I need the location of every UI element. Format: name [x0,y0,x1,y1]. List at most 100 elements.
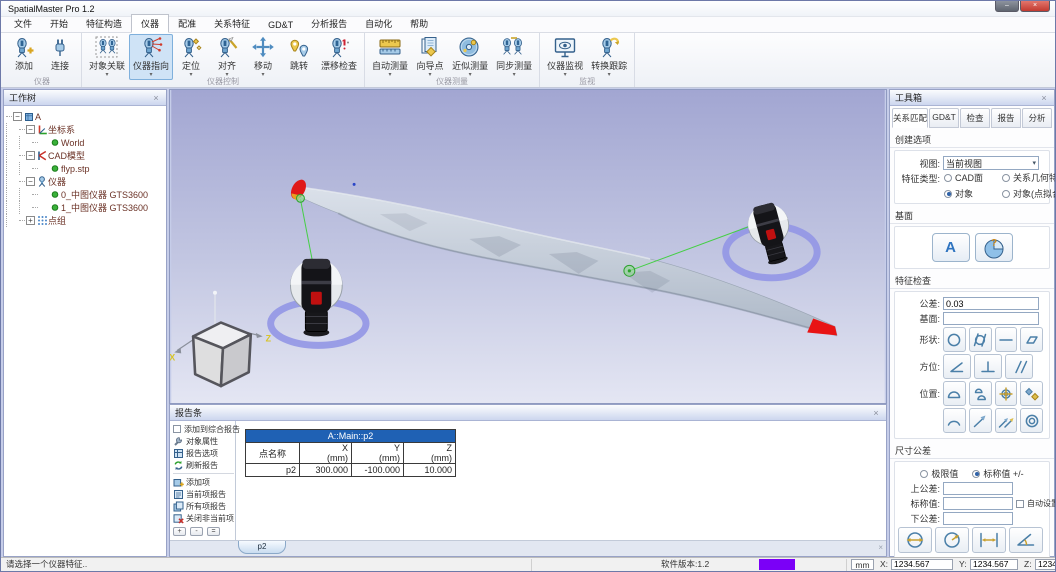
gdt-button-flatness-icon[interactable] [1020,327,1043,352]
ribbon-button-对象关联[interactable]: 对象关联▾ [85,34,129,80]
gdt-button-profile-line-icon[interactable] [943,381,966,406]
report-action-当前项报告[interactable]: 当前项报告 [173,488,234,500]
lower-tolerance-input[interactable] [943,512,1013,525]
menu-item-文件[interactable]: 文件 [5,15,41,32]
tree-item-flyp.stp[interactable]: flyp.stp [6,162,164,175]
gdt-button-position-icon[interactable] [995,381,1018,406]
menu-item-GD&T[interactable]: GD&T [259,18,302,32]
view-dropdown[interactable]: 当前视图 ▾ [943,156,1039,170]
ribbon-button-转换跟踪[interactable]: 转换跟踪▾ [587,34,631,80]
radio-CAD面[interactable]: CAD面 [944,171,1002,184]
report-action-添加到综合报告[interactable]: 添加到综合报告 [173,423,234,435]
datum-a-button[interactable]: A [932,233,970,262]
tree-item-CAD模型[interactable]: −CAD模型 [6,149,164,162]
tolerance-input[interactable] [943,297,1039,310]
report-action-对象属性[interactable]: 对象属性 [173,435,234,447]
report-action-添加项[interactable]: 添加项 [173,476,234,488]
gdt-button-runout-icon[interactable] [969,408,992,433]
report-zoom-button-+[interactable]: + [173,527,186,536]
radio-关系几何特征[interactable]: 关系几何特征 [1002,171,1056,184]
report-action-关闭非当前项[interactable]: 关闭非当前项 [173,512,234,524]
gdt-button-total-runout-icon[interactable] [995,408,1018,433]
tree-expander-icon[interactable]: − [26,151,35,160]
ribbon-button-自动测量[interactable]: 自动测量▾ [368,34,412,80]
toolbox-tab-分析[interactable]: 分析 [1022,108,1052,128]
menu-item-特征构造[interactable]: 特征构造 [77,15,131,32]
gdt-button-circularity-icon[interactable] [943,327,966,352]
gdt-button-parallelism-icon[interactable] [1005,354,1033,379]
tree-expander-icon[interactable]: − [26,177,35,186]
report-action-所有项报告[interactable]: 所有项报告 [173,500,234,512]
report-zoom-button--[interactable]: - [190,527,203,536]
gdt-button-straightness-icon[interactable] [995,327,1018,352]
ribbon-button-近似测量[interactable]: 近似测量▾ [448,34,492,80]
tree-expander-icon[interactable]: − [13,112,22,121]
menu-item-帮助[interactable]: 帮助 [401,15,437,32]
coord-z-input[interactable] [1035,559,1056,570]
gdt-button-arc-icon[interactable] [943,408,966,433]
menu-item-仪器[interactable]: 仪器 [131,14,169,33]
report-action-报告选项[interactable]: 报告选项 [173,447,234,459]
report-zoom-button-=[interactable]: = [207,527,220,536]
viewport-canvas[interactable]: Z X [170,90,886,403]
coord-x-input[interactable] [891,559,953,570]
table-row[interactable]: p2300.000-100.00010.000 [246,464,456,477]
ribbon-button-添加[interactable]: 添加 [6,34,42,80]
gdt-button-dim-length-icon[interactable] [972,527,1006,553]
menu-item-自动化[interactable]: 自动化 [356,15,401,32]
report-close-icon[interactable]: × [871,408,881,418]
menu-item-分析报告[interactable]: 分析报告 [302,15,356,32]
ribbon-button-仪器指向[interactable]: 仪器指向▾ [129,34,173,80]
toolbox-close-icon[interactable]: × [1039,93,1049,103]
ribbon-button-仪器监视[interactable]: 仪器监视▾ [543,34,587,80]
tree-item-0_中图仪器 GTS3600[interactable]: 0_中图仪器 GTS3600 [6,188,164,201]
gdt-button-angularity-icon[interactable] [943,354,971,379]
tree-item-World[interactable]: World [6,136,164,149]
toolbox-tab-GD&T[interactable]: GD&T [929,108,959,128]
radio-对象(点拟合)[interactable]: 对象(点拟合) [1002,187,1056,200]
ribbon-button-定位[interactable]: 定位▾ [173,34,209,80]
toolbox-tab-关系匹配[interactable]: 关系匹配 [892,108,928,128]
ribbon-button-移动[interactable]: 移动▾ [245,34,281,80]
gdt-button-symmetry-icon[interactable] [1020,381,1043,406]
viewport-3d[interactable]: Z X [169,89,887,404]
gdt-button-perpendicularity-icon[interactable] [974,354,1002,379]
gdt-button-dim-diameter-icon[interactable] [898,527,932,553]
tree-expander-icon[interactable]: − [26,125,35,134]
radio-nominal-plusminus[interactable]: 标称值 +/- [972,467,1023,480]
datum-circle-button[interactable]: ? [975,233,1013,262]
report-resize-grip[interactable]: × [878,543,883,552]
close-button[interactable]: × [1020,1,1050,12]
ribbon-button-对齐[interactable]: 对齐▾ [209,34,245,80]
minimize-button[interactable]: – [995,1,1019,12]
datum-input[interactable] [943,312,1039,325]
tree-item-点组[interactable]: +点组 [6,214,164,227]
ribbon-button-向导点[interactable]: 向导点▾ [412,34,448,80]
gdt-button-concentricity-icon[interactable] [1020,408,1043,433]
tree-item-仪器[interactable]: −仪器 [6,175,164,188]
tree-expander-icon[interactable]: + [26,216,35,225]
toolbox-tab-报告[interactable]: 报告 [991,108,1021,128]
ribbon-button-连接[interactable]: 连接 [42,34,78,80]
ribbon-button-跳转[interactable]: 跳转 [281,34,317,80]
gdt-button-profile-surface-icon[interactable] [969,381,992,406]
radio-对象[interactable]: 对象 [944,187,1002,200]
gdt-button-cylindricity-icon[interactable] [969,327,992,352]
tree-item-1_中图仪器 GTS3600[interactable]: 1_中图仪器 GTS3600 [6,201,164,214]
menu-item-开始[interactable]: 开始 [41,15,77,32]
menu-item-关系特征[interactable]: 关系特征 [205,15,259,32]
report-tab-p2[interactable]: p2 [238,541,286,554]
report-action-刷新报告[interactable]: 刷新报告 [173,459,234,471]
tree-item-A[interactable]: −A [6,110,164,123]
auto-nominal-checkbox[interactable]: 自动设置标称值 [1016,498,1056,509]
ribbon-button-同步测量[interactable]: 同步测量▾ [492,34,536,80]
toolbox-tab-检查[interactable]: 检查 [960,108,990,128]
tree-item-坐标系[interactable]: −坐标系 [6,123,164,136]
worktree-close-icon[interactable]: × [151,93,161,103]
gdt-button-dim-angle-icon[interactable] [1009,527,1043,553]
nominal-input[interactable] [943,497,1013,510]
radio-limit-values[interactable]: 极限值 [920,467,958,480]
coord-y-input[interactable] [970,559,1018,570]
menu-item-配准[interactable]: 配准 [169,15,205,32]
gdt-button-dim-radius-icon[interactable] [935,527,969,553]
